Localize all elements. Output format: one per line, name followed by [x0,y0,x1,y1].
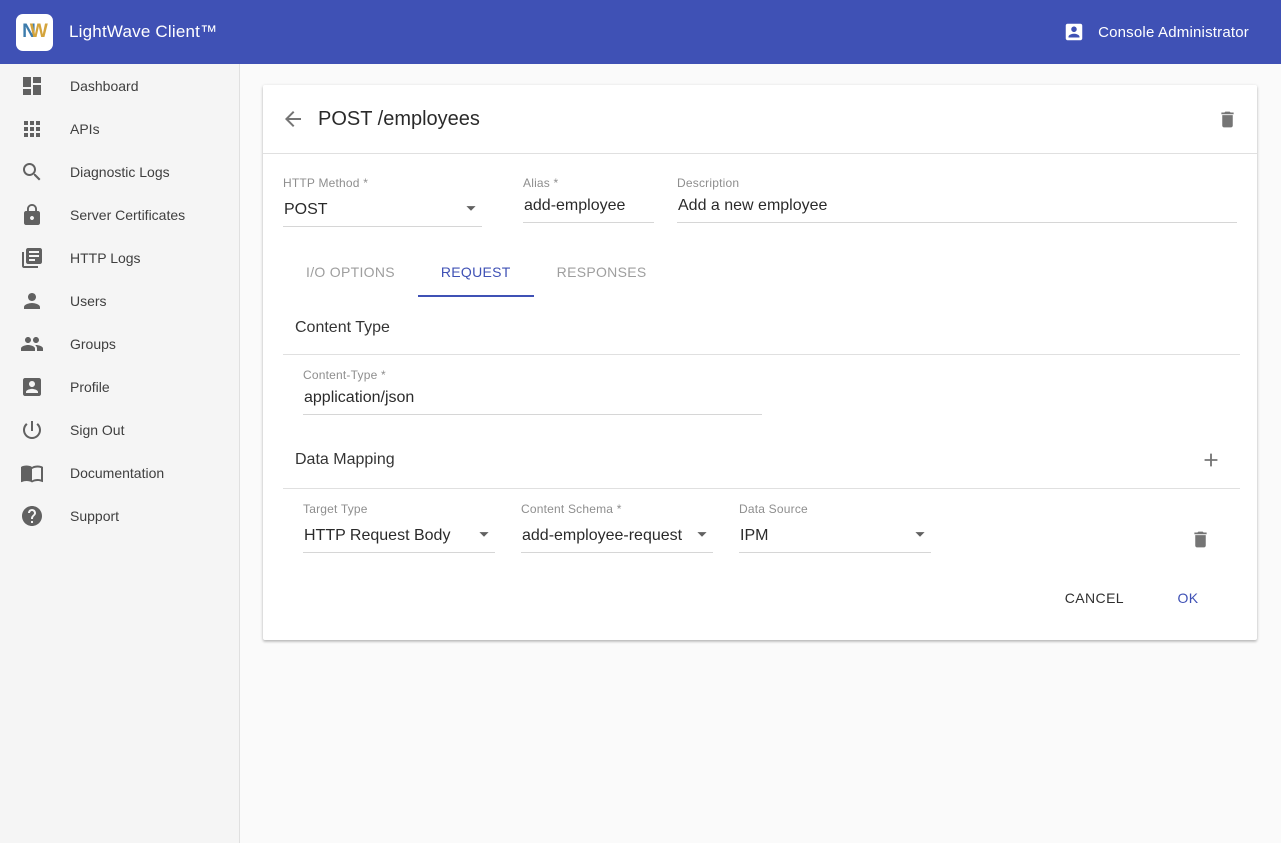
dashboard-icon [20,74,44,98]
page-title: POST /employees [318,108,480,131]
data-mapping-row: Target Type HTTP Request Body Content Sc… [263,489,1257,553]
sidebar-item-sign-out[interactable]: Sign Out [0,408,239,451]
sidebar-item-groups[interactable]: Groups [0,322,239,365]
logo-letter-w: W [30,21,47,43]
sidebar-item-server-certificates[interactable]: Server Certificates [0,193,239,236]
data-source-value: IPM [740,527,768,545]
description-input[interactable]: Description Add a new employee [677,176,1237,227]
account-box-icon [1063,21,1085,43]
search-icon [20,160,44,184]
sidebar-item-label: HTTP Logs [70,250,141,266]
tab-io-options[interactable]: I/O OPTIONS [283,249,418,297]
app-title: LightWave Client™ [69,22,217,42]
content-type-input[interactable]: Content-Type * application/json [303,368,762,415]
cancel-button[interactable]: CANCEL [1049,580,1140,616]
dropdown-arrow-icon[interactable] [909,523,931,545]
help-icon [20,504,44,528]
app-logo: NW [16,14,53,51]
data-source-label: Data Source [739,502,931,516]
arrow-back-icon [281,107,305,131]
plus-icon [1200,449,1222,471]
card-header: POST /employees [263,85,1257,154]
library-books-icon [20,246,44,270]
http-method-value: POST [284,201,328,219]
content-schema-select[interactable]: Content Schema * add-employee-request [521,502,713,553]
sidebar-item-diagnostic-logs[interactable]: Diagnostic Logs [0,150,239,193]
tab-responses[interactable]: RESPONSES [534,249,670,297]
add-mapping-button[interactable] [1200,449,1222,471]
sidebar-item-label: Profile [70,379,110,395]
description-label: Description [677,176,1237,190]
target-type-select[interactable]: Target Type HTTP Request Body [303,502,495,553]
ok-button[interactable]: OK [1156,580,1220,616]
content-type-heading: Content Type [295,319,390,337]
http-method-label: HTTP Method * [283,176,482,190]
sidebar-nav: Dashboard APIs Diagnostic Logs Server Ce… [0,64,240,843]
sidebar-item-documentation[interactable]: Documentation [0,451,239,494]
content-type-row: Content-Type * application/json [263,355,1257,415]
sidebar-item-label: Server Certificates [70,207,185,223]
open-book-icon [20,461,44,485]
sidebar-item-label: Documentation [70,465,164,481]
sidebar-item-support[interactable]: Support [0,494,239,537]
data-mapping-section-header: Data Mapping [295,449,1257,471]
method-tabs: I/O OPTIONS REQUEST RESPONSES [283,249,1257,297]
content-type-label: Content-Type * [303,368,762,382]
apps-grid-icon [20,117,44,141]
sidebar-item-apis[interactable]: APIs [0,107,239,150]
app-header: NW LightWave Client™ Console Administrat… [0,0,1281,64]
sidebar-item-label: APIs [70,121,100,137]
content-type-value: application/json [304,389,414,407]
user-account-button[interactable]: Console Administrator [1063,21,1249,43]
power-icon [20,418,44,442]
people-icon [20,332,44,356]
content-schema-label: Content Schema * [521,502,713,516]
tab-request[interactable]: REQUEST [418,249,534,297]
sidebar-item-label: Users [70,293,107,309]
alias-value: add-employee [524,197,625,215]
sidebar-item-label: Diagnostic Logs [70,164,170,180]
sidebar-item-label: Dashboard [70,78,139,94]
person-icon [20,289,44,313]
sidebar-item-http-logs[interactable]: HTTP Logs [0,236,239,279]
data-mapping-heading: Data Mapping [295,451,395,469]
card-actions: CANCEL OK [263,553,1257,640]
dropdown-arrow-icon[interactable] [691,523,713,545]
main-content: POST /employees HTTP Method * POST Alias… [240,64,1281,843]
content-schema-value: add-employee-request [522,527,682,545]
dropdown-arrow-icon[interactable] [460,197,482,219]
trash-icon [1190,529,1211,550]
delete-mapping-button[interactable] [1190,529,1211,550]
sidebar-item-label: Sign Out [70,422,124,438]
data-source-select[interactable]: Data Source IPM [739,502,931,553]
user-name: Console Administrator [1098,24,1249,41]
back-button[interactable] [281,107,305,131]
target-type-label: Target Type [303,502,495,516]
dropdown-arrow-icon[interactable] [473,523,495,545]
trash-icon [1217,109,1238,130]
sidebar-item-label: Groups [70,336,116,352]
delete-method-button[interactable] [1217,109,1238,130]
account-box-icon [20,375,44,399]
sidebar-item-label: Support [70,508,119,524]
description-value: Add a new employee [678,197,827,215]
sidebar-item-profile[interactable]: Profile [0,365,239,408]
method-form-row: HTTP Method * POST Alias * add-employee … [263,154,1257,227]
sidebar-item-users[interactable]: Users [0,279,239,322]
http-method-select[interactable]: HTTP Method * POST [283,176,482,227]
api-method-card: POST /employees HTTP Method * POST Alias… [263,85,1257,640]
content-type-section-header: Content Type [295,319,1257,337]
lock-icon [20,203,44,227]
sidebar-item-dashboard[interactable]: Dashboard [0,64,239,107]
alias-label: Alias * [523,176,654,190]
alias-input[interactable]: Alias * add-employee [523,176,654,227]
target-type-value: HTTP Request Body [304,527,450,545]
